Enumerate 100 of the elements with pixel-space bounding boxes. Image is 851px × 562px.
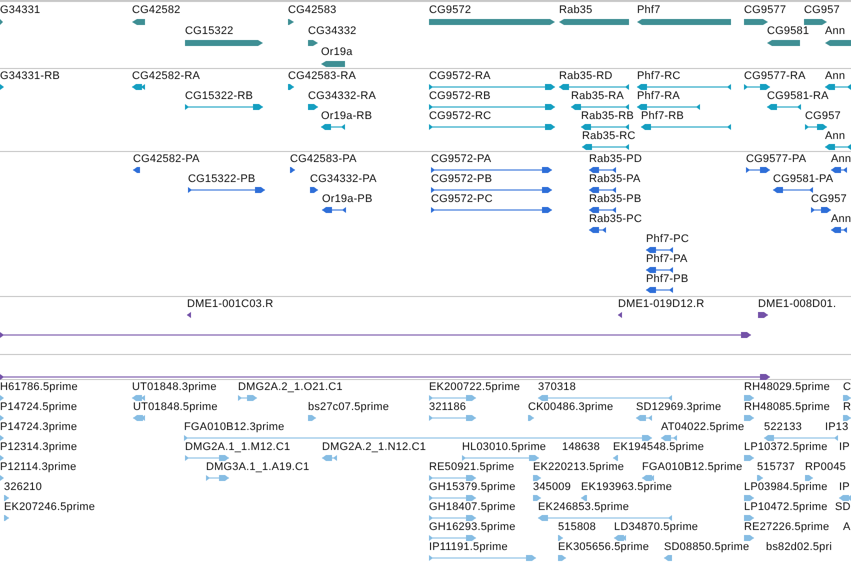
feature-label: FGA010B12.3prime [184, 421, 284, 434]
feature-label: Phf7-RB [641, 110, 684, 123]
feature-label: R [843, 401, 851, 414]
feature-label: SD08850.5prime [664, 541, 750, 554]
feature-label: UT01848.3prime [132, 381, 217, 394]
feature-label: EK200722.5prime [429, 381, 520, 394]
feature-label: 326210 [4, 481, 42, 494]
feature-label: CG34332 [308, 25, 356, 38]
feature-label: CG9572-RB [429, 90, 491, 103]
feature-label: SD12969.3prime [636, 401, 722, 414]
feature-label: RP0045 [805, 461, 846, 474]
feature-label: DME1-008D01. [758, 298, 836, 311]
feature-label: CG42583-PA [290, 153, 357, 166]
feature-label: CG9572-PA [431, 153, 492, 166]
feature-label: Or19a [321, 46, 353, 59]
feature-label: CG9577-PA [746, 153, 806, 166]
feature-label: AT04022.5prime [661, 421, 744, 434]
feature-label: CG957 [804, 4, 840, 17]
feature-label: RH48029.5prime [744, 381, 830, 394]
feature-label: LP10372.5prime [744, 441, 828, 454]
feature-label: SD [835, 501, 851, 514]
feature-label: CG9572-RA [429, 70, 491, 83]
feature-label: Phf7-RA [637, 90, 680, 103]
feature-label: P14724.5prime [0, 401, 78, 414]
feature-label: 345009 [533, 481, 571, 494]
feature-label: RH48085.5prime [744, 401, 830, 414]
feature-label: DMG2A.2_1.O21.C1 [238, 381, 343, 394]
feature-label: DMG3A.1_1.A19.C1 [206, 461, 310, 474]
feature-label: G34331 [0, 4, 40, 17]
feature-label: LP03984.5prime [744, 481, 828, 494]
feature-label: UT01848.5prime [133, 401, 218, 414]
feature-label: CG9572-RC [429, 110, 492, 123]
feature-label: CG9581 [767, 25, 810, 38]
feature-label: CG9572-PC [431, 193, 493, 206]
feature-label: IP13 [825, 421, 848, 434]
feature-label: Rab35-RC [582, 130, 636, 143]
feature-label: CG957 [811, 193, 847, 206]
feature-label: CG9581-PA [773, 173, 834, 186]
feature-label: 515808 [558, 521, 596, 534]
feature-label: CG42582-PA [133, 153, 200, 166]
feature-label: CG9581-RA [767, 90, 829, 103]
feature-label: CK00486.3prime [528, 401, 614, 414]
feature-label: P12314.3prime [0, 441, 78, 454]
feature-label: 321186 [429, 401, 466, 414]
feature-label: Ann [825, 25, 846, 38]
feature-label: RE50921.5prime [429, 461, 514, 474]
feature-label: Phf7-PA [646, 253, 688, 266]
feature-label: CG15322 [185, 25, 234, 38]
feature-label: CG42583 [288, 4, 336, 17]
feature-label: Rab35-RB [581, 110, 634, 123]
feature-label: RE27226.5prime [744, 521, 830, 534]
feature-label: 370318 [538, 381, 576, 394]
feature-label: bs82d02.5pri [766, 541, 832, 554]
feature-label: Ann [831, 153, 851, 166]
feature-label: DME1-001C03.R [187, 298, 274, 311]
feature-label: GH16293.5prime [429, 521, 516, 534]
feature-label: CG42582 [132, 4, 180, 17]
feature-label: Rab35-RD [559, 70, 613, 83]
feature-label: CG15322-RB [185, 90, 254, 103]
feature-label: CG34332-RA [308, 90, 376, 103]
feature-label: DMG2A.2_1.N12.C1 [322, 441, 426, 454]
feature-label: EK193963.5prime [581, 481, 672, 494]
feature-label: EK246853.5prime [538, 501, 630, 514]
feature-label: IP [839, 441, 850, 454]
feature-label: Phf7-PC [646, 233, 689, 246]
feature-label: 148638 [562, 441, 600, 454]
feature-label: LD34870.5prime [614, 521, 698, 534]
feature-label: HL03010.5prime [462, 441, 546, 454]
feature-label: H61786.5prime [0, 381, 78, 394]
feature-label: Rab35-PA [589, 173, 641, 186]
feature-label: EK220213.5prime [533, 461, 624, 474]
feature-label: IP [839, 481, 850, 494]
feature-label: LP10472.5prime [744, 501, 828, 514]
feature-label: IP11191.5prime [429, 541, 508, 554]
feature-label: P12114.3prime [0, 461, 76, 474]
feature-label: Or19a-RB [321, 110, 372, 123]
feature-label: EK194548.5prime [613, 441, 704, 454]
feature-label: Rab35-PB [589, 193, 642, 206]
feature-label: Rab35-PC [589, 213, 642, 226]
feature-label: GH15379.5prime [429, 481, 516, 494]
feature-label: 522133 [764, 421, 802, 434]
feature-label: Phf7-RC [637, 70, 681, 83]
feature-label: CG9572-PB [431, 173, 492, 186]
feature-label: bs27c07.5prime [308, 401, 390, 414]
feature-label: DMG2A.1_1.M12.C1 [185, 441, 290, 454]
feature-label: CG9572 [429, 4, 472, 17]
feature-label: Rab35-PD [589, 153, 642, 166]
feature-label: Phf7 [637, 4, 660, 17]
feature-label: FGA010B12.5prime [642, 461, 742, 474]
feature-label: G34331-RB [0, 70, 60, 83]
feature-label: A [843, 521, 851, 534]
feature-label: 515737 [757, 461, 795, 474]
feature-label: CG9577-RA [744, 70, 806, 83]
feature-label: Rab35-RA [571, 90, 624, 103]
feature-label: CG34332-PA [310, 173, 377, 186]
feature-label: CG15322-PB [188, 173, 256, 186]
feature-label: CG957 [805, 110, 841, 123]
feature-label: Ann [825, 130, 846, 143]
feature-label: Rab35 [559, 4, 592, 17]
feature-label: C [843, 381, 851, 394]
